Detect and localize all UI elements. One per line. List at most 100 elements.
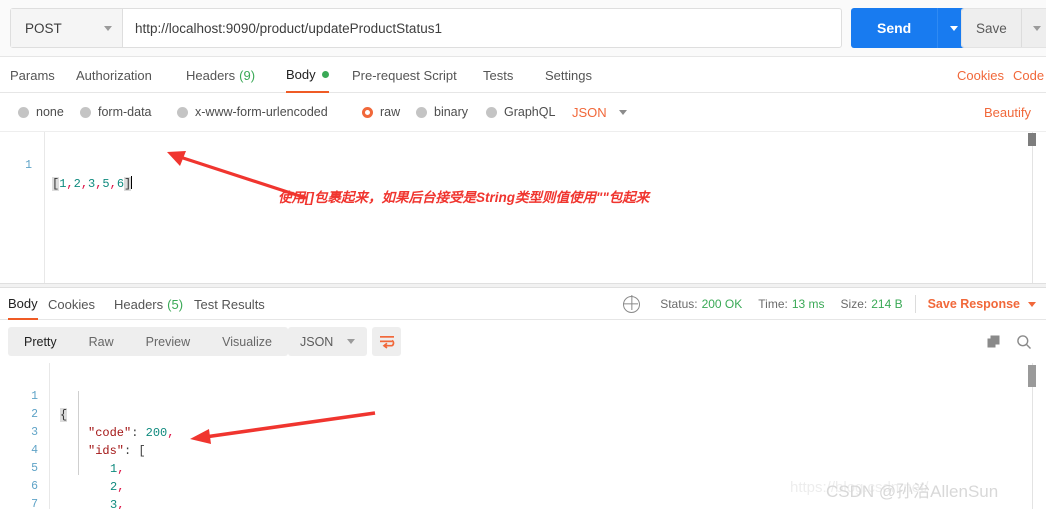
annotation-note-request: 使用[]包裹起来，如果后台接受是String类型则值使用""包起来 (278, 190, 650, 205)
chevron-down-icon (347, 339, 356, 344)
copy-button[interactable] (986, 334, 1002, 350)
response-code-line: 3 "ids": [ (0, 406, 146, 458)
response-gutter-divider (49, 363, 50, 509)
beautify-button[interactable]: Beautify (984, 93, 1031, 131)
response-code-text: { (60, 406, 68, 424)
body-type-binary[interactable]: binary (416, 93, 468, 131)
word-wrap-button[interactable] (372, 327, 401, 356)
raw-format-select[interactable]: JSON (572, 93, 627, 131)
status-badge: Status: 200 OK (660, 297, 742, 311)
time-label: Time: (758, 297, 788, 311)
save-button-group: Save (961, 8, 1046, 48)
size-badge: Size: 214 B (841, 297, 903, 311)
response-code-text: 3, (110, 496, 124, 509)
code-token: [ (131, 444, 146, 458)
code-token: , (167, 426, 175, 440)
tab-settings[interactable]: Settings (545, 57, 592, 93)
request-body-editor[interactable]: 1 [1,2,3,5,6] (0, 131, 1046, 283)
body-type-raw[interactable]: raw (362, 93, 400, 131)
chevron-down-icon (618, 109, 627, 115)
headers-count-badge: (9) (239, 67, 256, 83)
save-response-label: Save Response (927, 297, 1020, 311)
tab-label: Cookies (48, 296, 95, 312)
tab-tests[interactable]: Tests (483, 57, 513, 93)
tab-label: Authorization (76, 67, 152, 83)
time-badge: Time: 13 ms (758, 297, 824, 311)
body-type-label: none (36, 105, 64, 119)
view-mode-raw[interactable]: Raw (73, 327, 130, 356)
http-method-select[interactable]: POST (11, 9, 123, 47)
radio-selected-icon (362, 106, 373, 118)
cookies-link[interactable]: Cookies (957, 57, 1004, 93)
request-tab-bar: Params Authorization Headers (9) Body Pr… (0, 57, 1046, 93)
response-format-select[interactable]: JSON (288, 327, 368, 356)
code-token: , (117, 462, 125, 476)
radio-icon (177, 106, 188, 118)
response-code-line: 8 6 (0, 496, 29, 509)
headers-count-badge: (5) (167, 296, 184, 312)
response-code-line: 7 5, (0, 478, 38, 509)
response-scrollbar-thumb[interactable] (1028, 365, 1036, 387)
save-options-button[interactable] (1020, 9, 1046, 47)
search-icon (1017, 334, 1031, 349)
chevron-down-icon (1028, 301, 1036, 307)
code-token: , (80, 177, 89, 191)
url-value: http://localhost:9090/product/updateProd… (135, 20, 442, 36)
chevron-down-icon (950, 25, 959, 31)
code-token: "ids" (88, 444, 125, 458)
tab-label: Body (8, 295, 38, 311)
response-format-value: JSON (300, 334, 334, 349)
body-type-x-www-form-urlencoded[interactable]: x-www-form-urlencoded (177, 93, 328, 131)
watermark-text: CSDN @孙治AllenSun (826, 482, 999, 501)
tab-pre-request-script[interactable]: Pre-request Script (352, 57, 457, 93)
response-tab-body[interactable]: Body (8, 288, 38, 320)
tab-label: Tests (483, 67, 514, 83)
tab-headers[interactable]: Headers (9) (186, 57, 255, 93)
body-type-form-data[interactable]: form-data (80, 93, 152, 131)
response-code-text: 2, (110, 478, 124, 496)
tab-authorization[interactable]: Authorization (76, 57, 152, 93)
send-button[interactable]: Send (851, 8, 938, 48)
time-value: 13 ms (791, 297, 825, 311)
response-code-line: 5 2, (0, 442, 124, 494)
radio-icon (486, 106, 497, 118)
globe-icon[interactable] (623, 295, 641, 313)
response-code-line: 6 3, (0, 460, 124, 509)
radio-icon (18, 106, 29, 118)
body-type-row: none form-data x-www-form-urlencoded raw… (0, 93, 1046, 131)
text-cursor (131, 176, 133, 189)
response-tab-cookies[interactable]: Cookies (48, 288, 95, 320)
response-code-text: "code": 200, (88, 424, 174, 442)
response-tab-test-results[interactable]: Test Results (194, 288, 265, 320)
url-input[interactable]: http://localhost:9090/product/updateProd… (123, 9, 841, 47)
request-body-code: [1,2,3,5,6] (52, 175, 133, 193)
radio-icon (80, 106, 91, 118)
tab-label: Test Results (194, 296, 265, 312)
tab-params[interactable]: Params (10, 57, 55, 93)
body-type-graphql[interactable]: GraphQL (486, 93, 555, 131)
response-fold-guide (78, 391, 79, 475)
response-code-text: "ids": [ (88, 442, 146, 460)
search-button[interactable] (1016, 334, 1032, 350)
body-type-none[interactable]: none (18, 93, 64, 131)
view-mode-pretty[interactable]: Pretty (8, 327, 73, 356)
view-mode-preview[interactable]: Preview (130, 327, 206, 356)
code-link[interactable]: Code (1013, 57, 1044, 93)
code-token: 200 (138, 426, 168, 440)
tab-label: Settings (545, 67, 592, 83)
code-token: 2 (73, 177, 81, 191)
response-code-text: 1, (110, 460, 124, 478)
response-tab-headers[interactable]: Headers (5) (114, 288, 183, 320)
line-number: 1 (25, 159, 32, 172)
body-modified-dot-icon (321, 70, 329, 78)
tab-body[interactable]: Body (286, 57, 329, 93)
save-button[interactable]: Save (962, 9, 1021, 47)
code-token: "code" (88, 426, 132, 440)
code-token: , (109, 177, 117, 191)
response-view-mode-group: Pretty Raw Preview Visualize (8, 327, 288, 356)
body-type-label: raw (380, 105, 401, 119)
view-mode-visualize[interactable]: Visualize (206, 327, 288, 356)
word-wrap-icon (379, 335, 394, 349)
request-url-bar: POST http://localhost:9090/product/updat… (0, 0, 1046, 57)
save-response-button[interactable]: Save Response (928, 297, 1036, 311)
